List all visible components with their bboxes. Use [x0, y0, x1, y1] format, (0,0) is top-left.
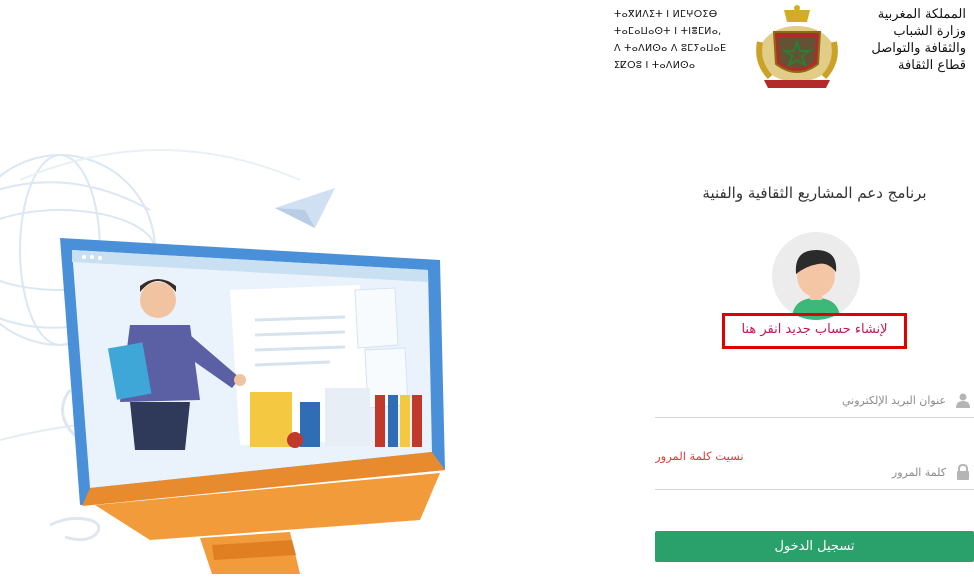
- arabic-ministry-name: المملكة المغربية وزارة الشباب والثقافة و…: [836, 6, 966, 74]
- email-field: [655, 383, 974, 418]
- arabic-line: والثقافة والتواصل: [871, 41, 966, 56]
- page-title: برنامج دعم المشاريع الثقافية والفنية: [702, 184, 927, 202]
- login-button[interactable]: تسجيل الدخول: [655, 531, 974, 562]
- ministry-header: ⵜⴰⴳⵍⴷⵉⵜ ⵏ ⵍⵎⵖⵔⵉⴱ ⵜⴰⵎⴰⵡⴰⵙⵜ ⵏ ⵜⵏⴻⵎⵍⴰ, ⴷ ⵜⴰ…: [614, 0, 974, 100]
- lock-icon: [956, 463, 970, 480]
- morocco-coat-of-arms-icon: [752, 2, 842, 90]
- hero-illustration: [0, 140, 640, 574]
- tifinagh-line: ⵜⴰⴳⵍⴷⵉⵜ ⵏ ⵍⵎⵖⵔⵉⴱ: [614, 9, 718, 20]
- forgot-password-link[interactable]: نسيت كلمة المرور؟: [655, 449, 744, 463]
- user-icon: [956, 392, 970, 408]
- arabic-line: المملكة المغربية: [877, 7, 966, 22]
- register-highlight: لإنشاء حساب جديد انقر هنا: [722, 313, 907, 349]
- forgot-password-row: نسيت كلمة المرور؟: [655, 448, 974, 466]
- create-account-link[interactable]: لإنشاء حساب جديد انقر هنا: [725, 322, 904, 337]
- user-avatar-icon: [792, 250, 840, 320]
- login-panel: برنامج دعم المشاريع الثقافية والفنية لإن…: [655, 160, 974, 574]
- tifinagh-line: ⵜⴰⵎⴰⵡⴰⵙⵜ ⵏ ⵜⵏⴻⵎⵍⴰ,: [614, 26, 722, 37]
- tifinagh-line: ⴷ ⵜⴰⴷⵍⵙⴰ ⴷ ⵓⵎⵢⴰⵡⴰⴹ: [614, 43, 727, 54]
- tifinagh-ministry-name: ⵜⴰⴳⵍⴷⵉⵜ ⵏ ⵍⵎⵖⵔⵉⴱ ⵜⴰⵎⴰⵡⴰⵙⵜ ⵏ ⵜⵏⴻⵎⵍⴰ, ⴷ ⵜⴰ…: [614, 6, 744, 74]
- email-input[interactable]: [655, 389, 946, 411]
- teacher-at-computer-illustration: [0, 149, 445, 574]
- tifinagh-line: ⵉⵇⵔⵓ ⵏ ⵜⴰⴷⵍⵙⴰ: [614, 60, 696, 71]
- arabic-line: قطاع الثقافة: [898, 58, 966, 73]
- avatar: [772, 232, 860, 320]
- arabic-line: وزارة الشباب: [893, 24, 966, 39]
